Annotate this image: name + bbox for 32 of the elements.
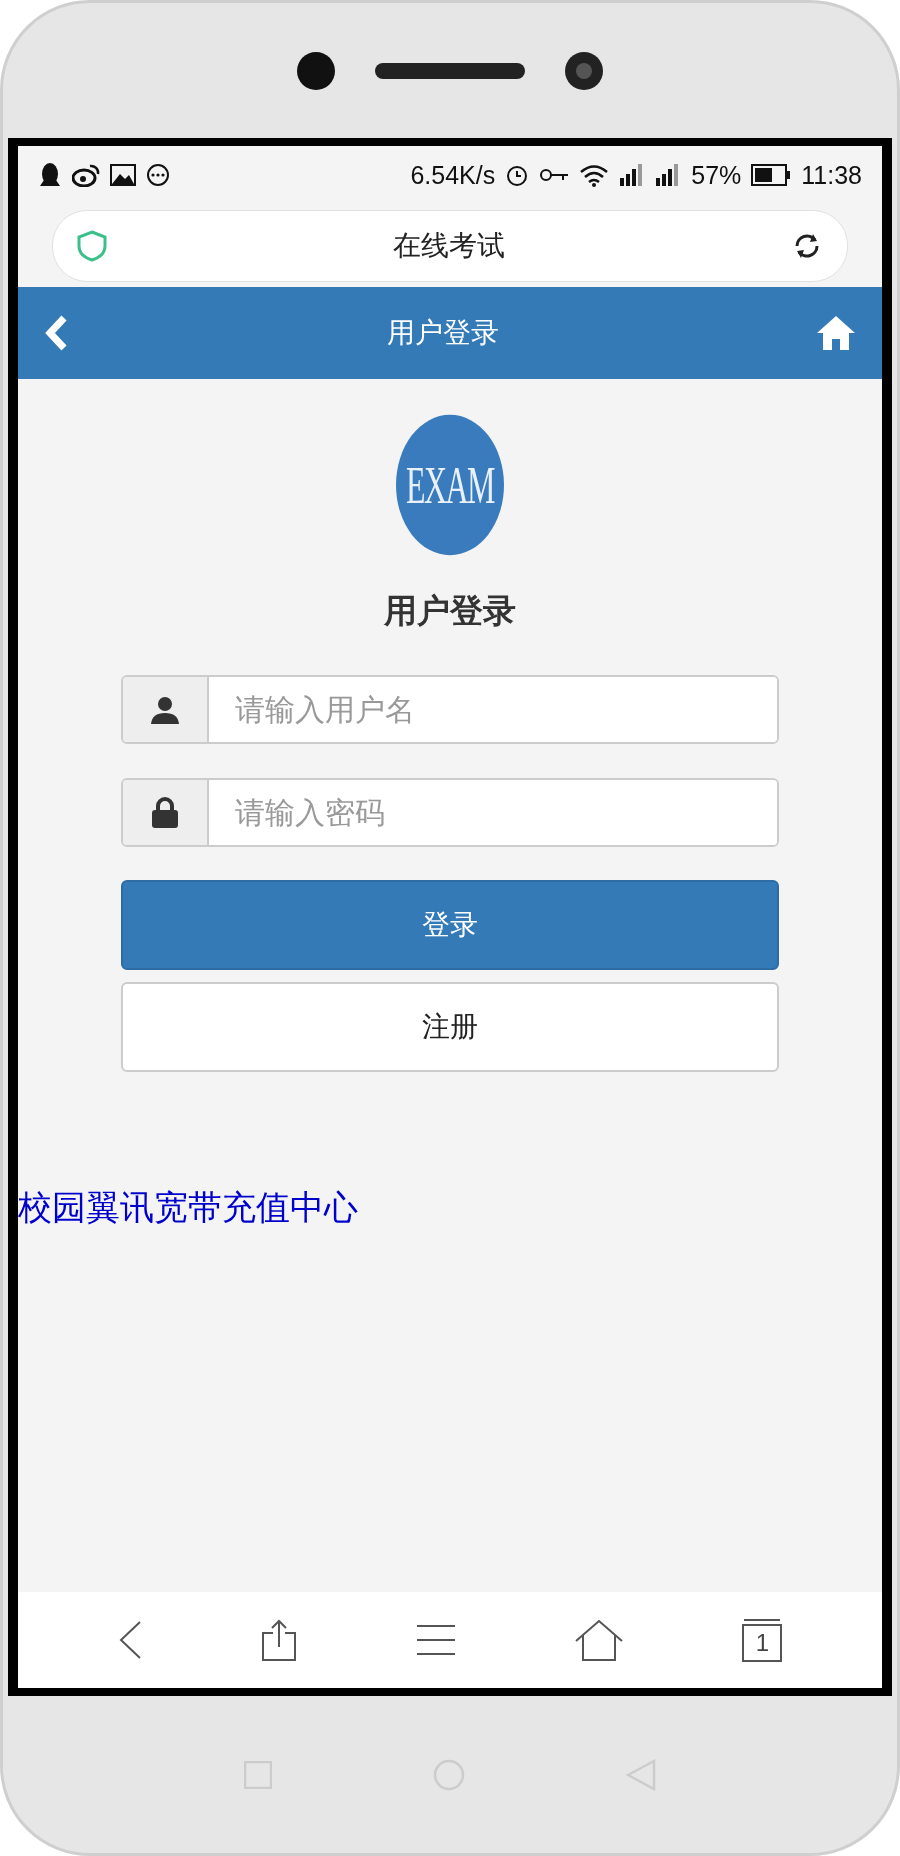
camera-icon [297,51,335,90]
message-icon [146,163,170,187]
clock: 11:38 [801,160,862,190]
home-icon[interactable] [816,315,856,351]
login-button[interactable]: 登录 [121,880,779,970]
person-icon [150,694,180,725]
wifi-icon [579,163,610,187]
alarm-icon [505,163,530,187]
username-field[interactable]: 请输入用户名 [121,675,779,744]
menu-icon[interactable] [415,1624,456,1656]
penguin-icon [38,162,62,188]
key-icon [539,167,570,183]
camera-icon [565,51,603,90]
network-speed: 6.54K/s [410,160,496,190]
password-field[interactable]: 请输入密码 [121,778,779,847]
battery-icon [751,164,792,186]
register-button[interactable]: 注册 [121,982,779,1072]
page-title: 在线考试 [392,228,506,263]
home-icon[interactable] [575,1619,624,1661]
login-title: 用户登录 [384,591,516,631]
battery-percent: 57% [691,160,742,190]
lock-icon [151,796,179,829]
image-icon [110,164,136,186]
shield-icon [77,229,107,262]
share-icon[interactable] [260,1619,297,1661]
tabs-button[interactable]: 1 [742,1618,783,1662]
recharge-link[interactable]: 校园翼讯宽带充值中心 [18,1188,358,1228]
back-icon[interactable] [117,1620,142,1660]
exam-logo: EXAM [396,414,504,556]
header-title: 用户登录 [386,316,500,350]
address-bar[interactable]: 在线考试 [52,209,848,282]
speaker-icon [375,62,525,79]
